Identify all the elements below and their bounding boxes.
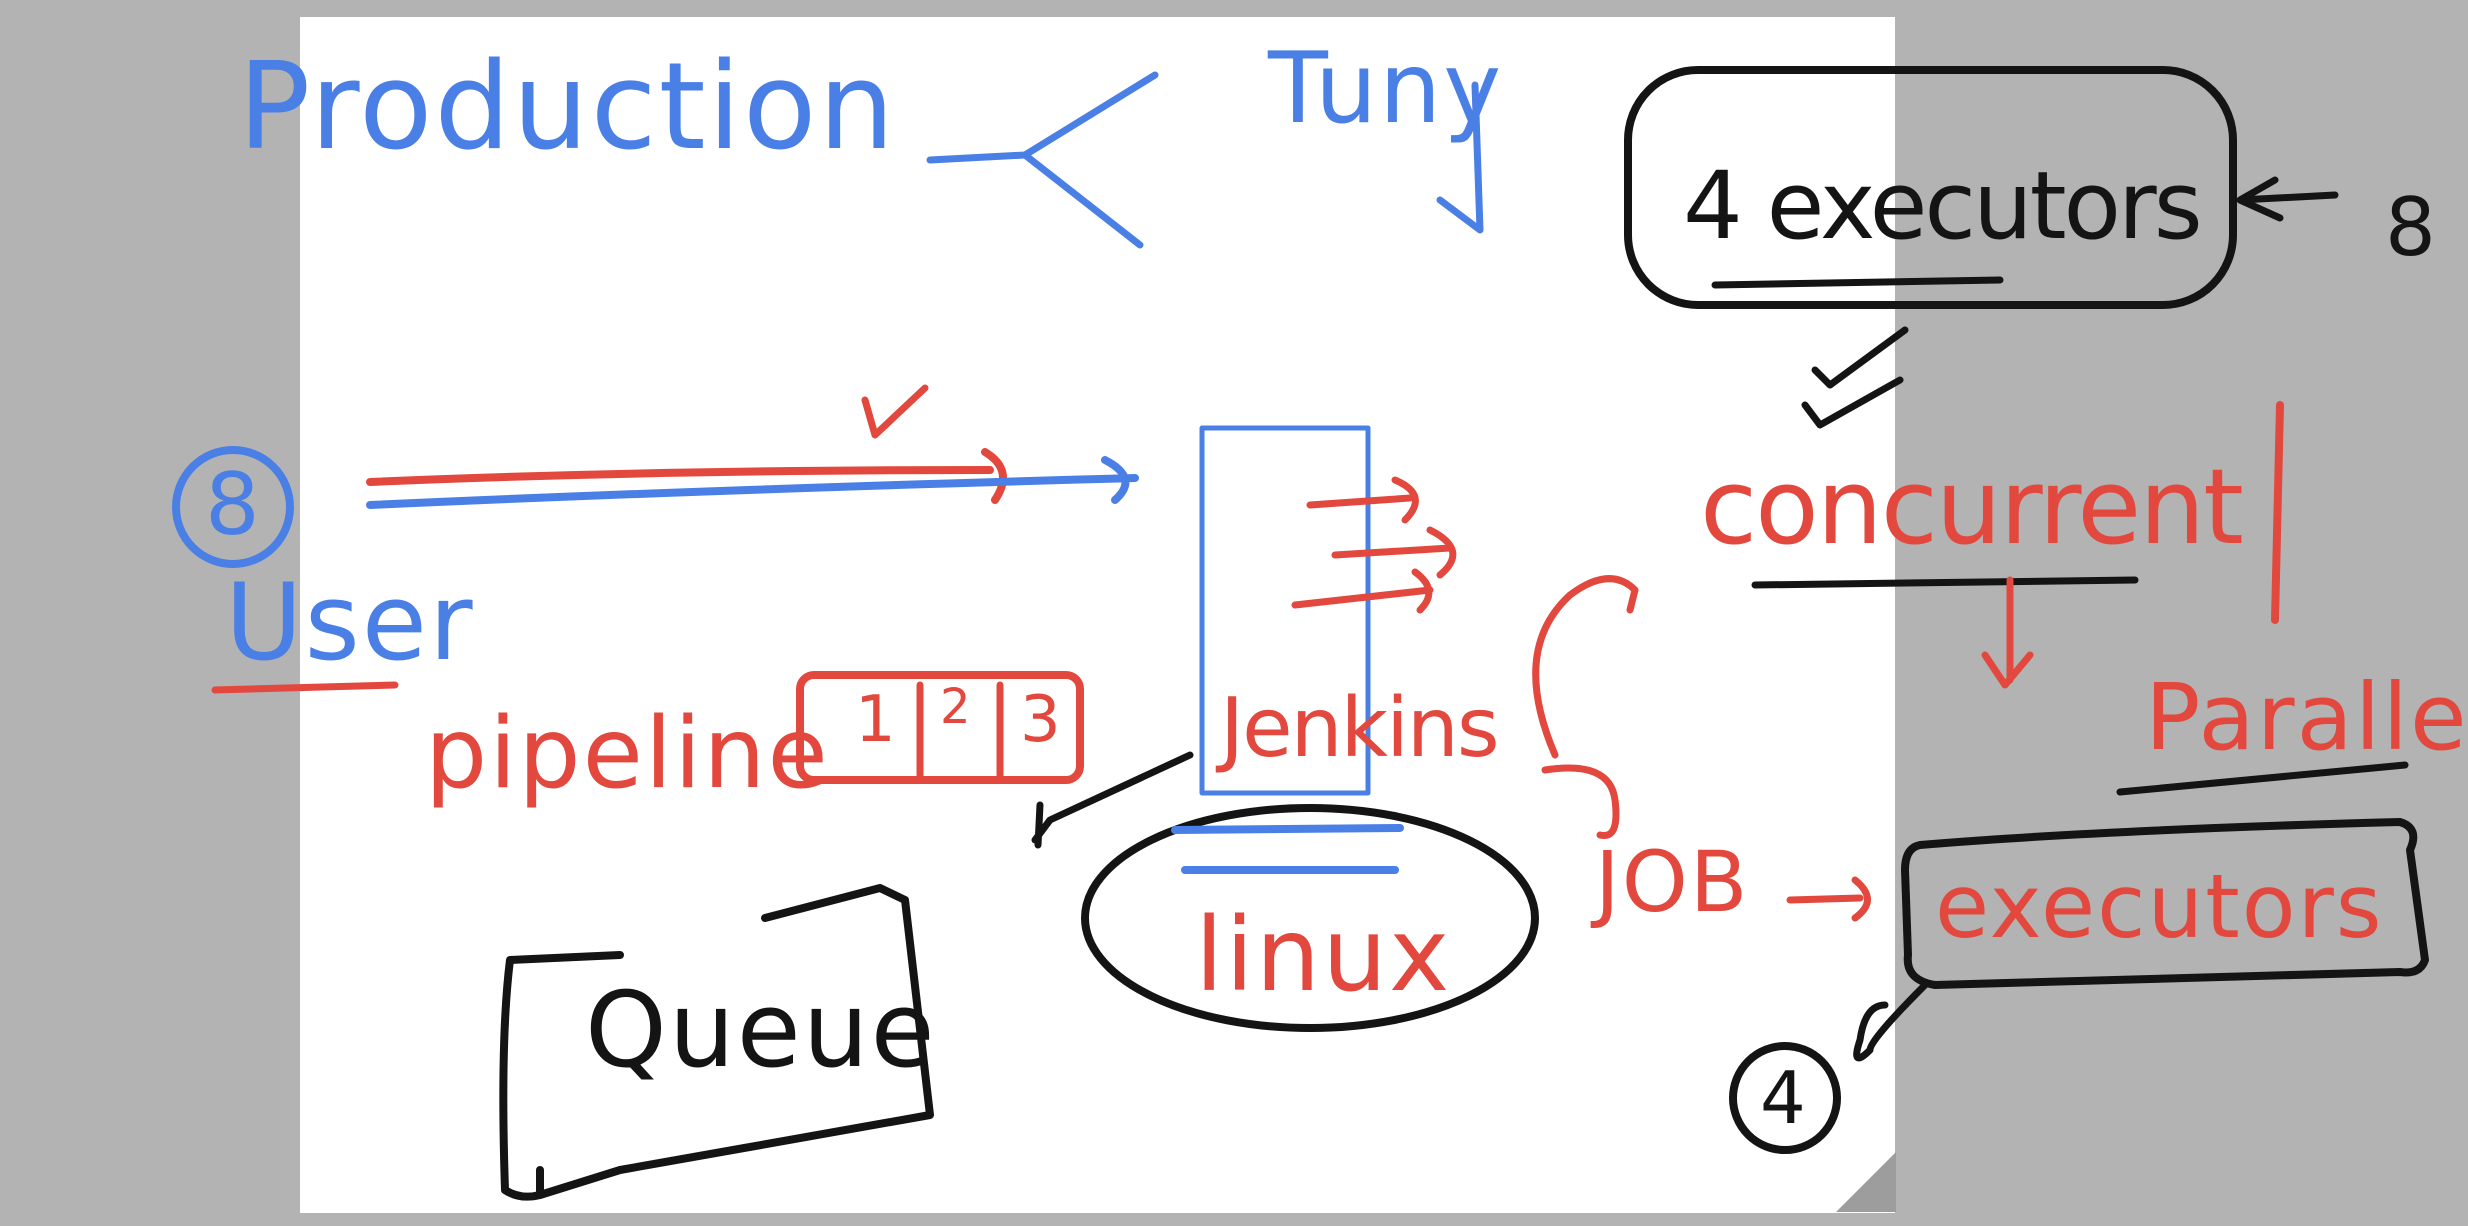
tuny-note: Tuny — [1268, 32, 1504, 146]
concurrent-slash — [2271, 401, 2284, 624]
jenkins-to-job-arrow — [1541, 764, 1620, 840]
stage-3-label: 3 — [1020, 683, 1063, 757]
jenkins-note: Jenkins — [1220, 681, 1500, 776]
check-mark-stroke — [1801, 326, 1909, 429]
pipeline-note: pipeline — [425, 697, 830, 811]
parallel-note: Parallel — [2145, 664, 2468, 771]
eight-circle-note: 8 — [205, 455, 262, 555]
concurrent-note: concurrent — [1700, 446, 2244, 568]
arrow-to-executors — [2236, 176, 2339, 222]
executors-hook — [1853, 981, 1929, 1062]
executors-top-underline — [1711, 276, 2004, 289]
small-red-check — [861, 384, 929, 439]
linux-note: linux — [1195, 896, 1452, 1015]
jenkins-to-concurrent-arrow — [1532, 575, 1639, 759]
production-note: Production — [238, 38, 897, 177]
job-note: JOB — [1595, 833, 1750, 931]
branch-stroke — [926, 71, 1159, 249]
eight-right-note: 8 — [2385, 181, 2438, 274]
four-circle-note: 4 — [1760, 1056, 1808, 1140]
stage-1-label: 1 — [855, 683, 898, 757]
concurrent-underline — [1751, 576, 2139, 589]
jenkins-output-arrows — [1291, 476, 1457, 614]
four-executors-note: 4 executors — [1683, 152, 2203, 261]
linux-blue-line-1 — [1171, 824, 1404, 834]
executors-note: executors — [1935, 855, 2384, 958]
stage-2-label: 2 — [940, 679, 973, 735]
job-to-executors-arrow — [1786, 876, 1871, 922]
queue-note: Queue — [585, 969, 937, 1091]
blue-arrow-to-jenkins — [366, 456, 1139, 509]
concurrent-down-arrow — [1981, 576, 2034, 689]
user-underline — [211, 681, 399, 694]
user-note: User — [225, 561, 475, 684]
